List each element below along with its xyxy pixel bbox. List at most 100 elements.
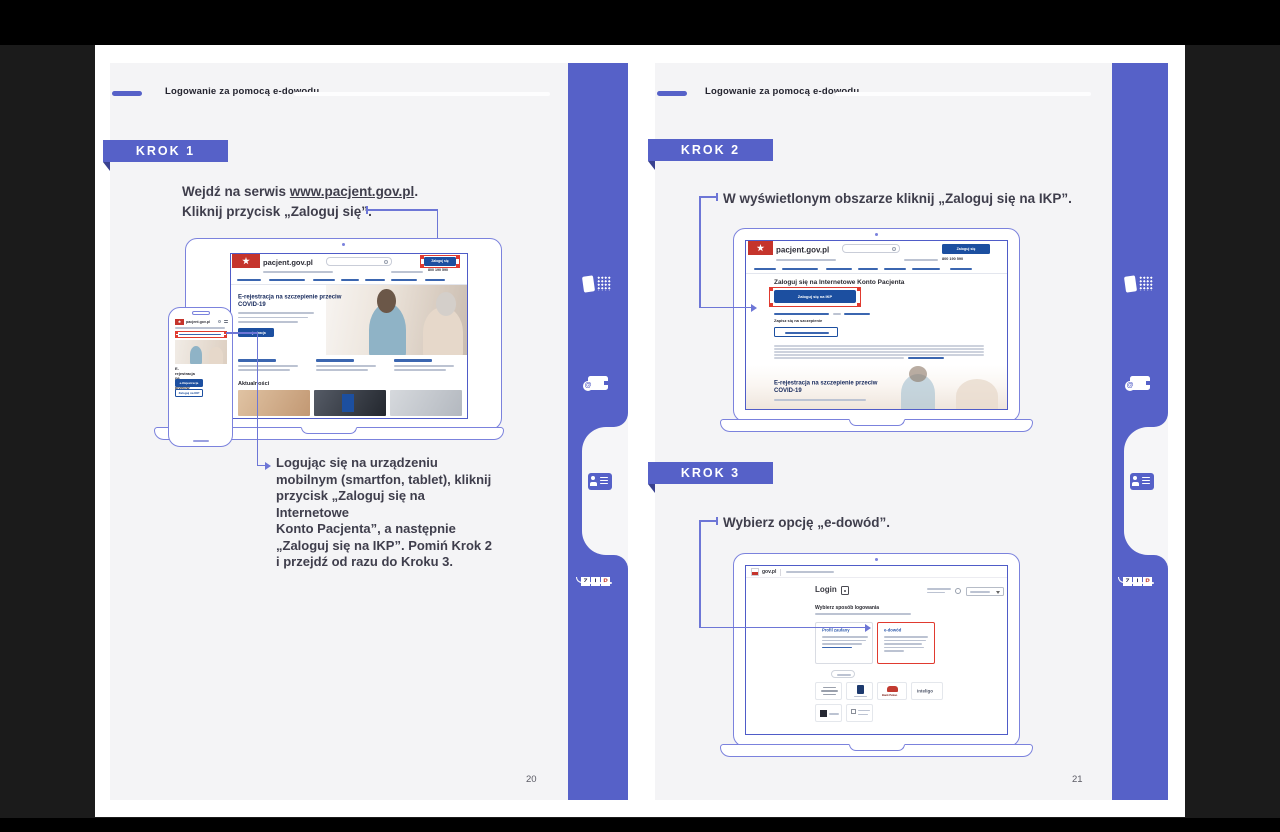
site-search-input	[326, 257, 392, 266]
mobile-erejestracja-button: e-Rejestracja	[175, 379, 203, 387]
site-search-input	[842, 244, 900, 253]
page-left: Logowanie za pomocą e-dowodu KROK 1 Wejd…	[110, 63, 628, 800]
laptop-base-notch	[849, 744, 905, 751]
pacjent-logo	[232, 254, 260, 268]
notch-curve-top	[612, 413, 628, 427]
thumbnail-accent	[342, 394, 354, 412]
search-icon	[384, 260, 388, 264]
zip-tagline	[581, 582, 612, 584]
pacjent-url-link[interactable]: www.pacjent.gov.pl	[290, 184, 415, 199]
connector-line	[226, 332, 258, 334]
pacjent-site-screenshot: pacjent.gov.pl Zaloguj się 800 190 590	[230, 253, 468, 419]
step-2-badge-fold	[648, 161, 655, 170]
edowod-card: e-dowód	[877, 622, 935, 664]
laptop-illustration-3: gov.pl Login Wybierz sposób logowania Pr…	[733, 553, 1020, 747]
signup-label: Zapisz się na szczepienie	[774, 319, 822, 323]
column-heading	[316, 359, 354, 362]
laptop-illustration-2: pacjent.gov.pl Zaloguj się 800 190 590 Z…	[733, 228, 1020, 422]
laptop-base	[720, 744, 1033, 757]
card-title: Profil zaufany	[822, 628, 850, 633]
bank-label: Bank Pekao	[882, 694, 897, 697]
eagle-icon	[757, 244, 765, 252]
menu-icon	[224, 320, 228, 321]
ewallet-icon: @	[1125, 373, 1152, 395]
laptop-camera-dot	[875, 233, 878, 236]
bank-logo-card	[815, 704, 842, 722]
header-dash	[657, 91, 687, 96]
header-rule	[294, 92, 550, 96]
connector-line	[699, 520, 701, 628]
phone-screen: pacjent.gov.pl E-rejestracja na szczepie…	[175, 318, 228, 440]
page-number: 20	[526, 774, 537, 785]
fine-print-line	[774, 354, 984, 356]
text-line	[833, 313, 841, 315]
hero-photo	[326, 285, 468, 355]
news-thumbnail	[314, 390, 386, 416]
bank-logo-card	[846, 704, 873, 722]
text-line	[238, 312, 314, 314]
connector-line	[257, 332, 259, 466]
header-dash	[112, 91, 142, 96]
card-title: e-dowód	[884, 628, 901, 633]
header-rule	[835, 92, 1091, 96]
pekao-bison-logo	[887, 686, 898, 692]
ikp-login-screenshot: pacjent.gov.pl Zaloguj się 800 190 590 Z…	[745, 240, 1008, 410]
ikp-link-highlight	[175, 331, 227, 338]
link-text	[774, 313, 829, 315]
patient-head	[436, 292, 456, 316]
pacjent-logo	[748, 241, 773, 255]
connector-arrow-right	[265, 462, 271, 470]
patient-figure	[209, 347, 223, 364]
mojeid-pill	[831, 670, 855, 678]
site-domain: pacjent.gov.pl	[263, 258, 313, 267]
fine-print-link	[908, 357, 944, 359]
phone-illustration: pacjent.gov.pl E-rejestracja na szczepie…	[168, 307, 233, 447]
hotline-number: 800 190 590	[428, 268, 448, 272]
lock-icon	[841, 586, 849, 595]
govpl-brand: gov.pl	[762, 569, 776, 575]
erejestracja-outline-button	[774, 327, 838, 337]
text-line	[316, 369, 368, 371]
page-number: 21	[1072, 774, 1083, 785]
text-line	[394, 369, 446, 371]
document-spread: Logowanie za pomocą e-dowodu KROK 1 Wejd…	[95, 45, 1185, 817]
connector-arrow-right	[751, 304, 757, 312]
laptop-base-notch	[301, 427, 357, 434]
side-tab-strip: @ ZIP	[1112, 63, 1168, 800]
id-card-icon[interactable]	[588, 473, 612, 490]
text-line	[391, 271, 423, 273]
divider	[780, 569, 781, 576]
id-card-icon[interactable]	[1130, 473, 1154, 490]
notch-curve-top	[1152, 413, 1168, 427]
ikp-button-highlight	[769, 287, 861, 307]
column-heading	[394, 359, 432, 362]
mobile-photo	[175, 340, 227, 364]
search-icon	[892, 247, 896, 251]
search-icon	[218, 320, 221, 323]
instruction-line-1: Wejdź na serwis www.pacjent.gov.pl.	[182, 182, 418, 202]
site-domain: pacjent.gov.pl	[776, 245, 829, 254]
bank-logo-card	[815, 682, 842, 700]
hotline-number: 800 190 590	[942, 257, 963, 261]
link-text	[844, 313, 870, 315]
text-line	[238, 365, 298, 367]
text-line	[927, 592, 945, 594]
notch-curve-bottom	[1152, 555, 1168, 569]
step-3-badge-fold	[648, 484, 655, 493]
site-login-button: Zaloguj się	[942, 244, 990, 254]
step-2-badge: KROK 2	[648, 139, 773, 161]
connector-arrow-right	[865, 624, 871, 632]
covid-section-title: E-rejestracja na szczepienie przeciw COV…	[774, 379, 877, 394]
zip-tagline	[1123, 582, 1154, 584]
pacjent-logo	[175, 319, 184, 325]
notch-curve-bottom	[612, 555, 628, 569]
language-select	[966, 587, 1004, 596]
laptop-camera-dot	[342, 243, 345, 246]
text-line	[238, 369, 290, 371]
zip-logo: ZIP	[1123, 570, 1152, 588]
laptop-camera-dot	[875, 558, 878, 561]
connector-line	[699, 196, 701, 308]
news-thumbnail	[390, 390, 462, 416]
mobile-login-note: Logując się na urządzeniu mobilnym (smar…	[276, 455, 496, 571]
nurse-figure	[190, 346, 202, 364]
